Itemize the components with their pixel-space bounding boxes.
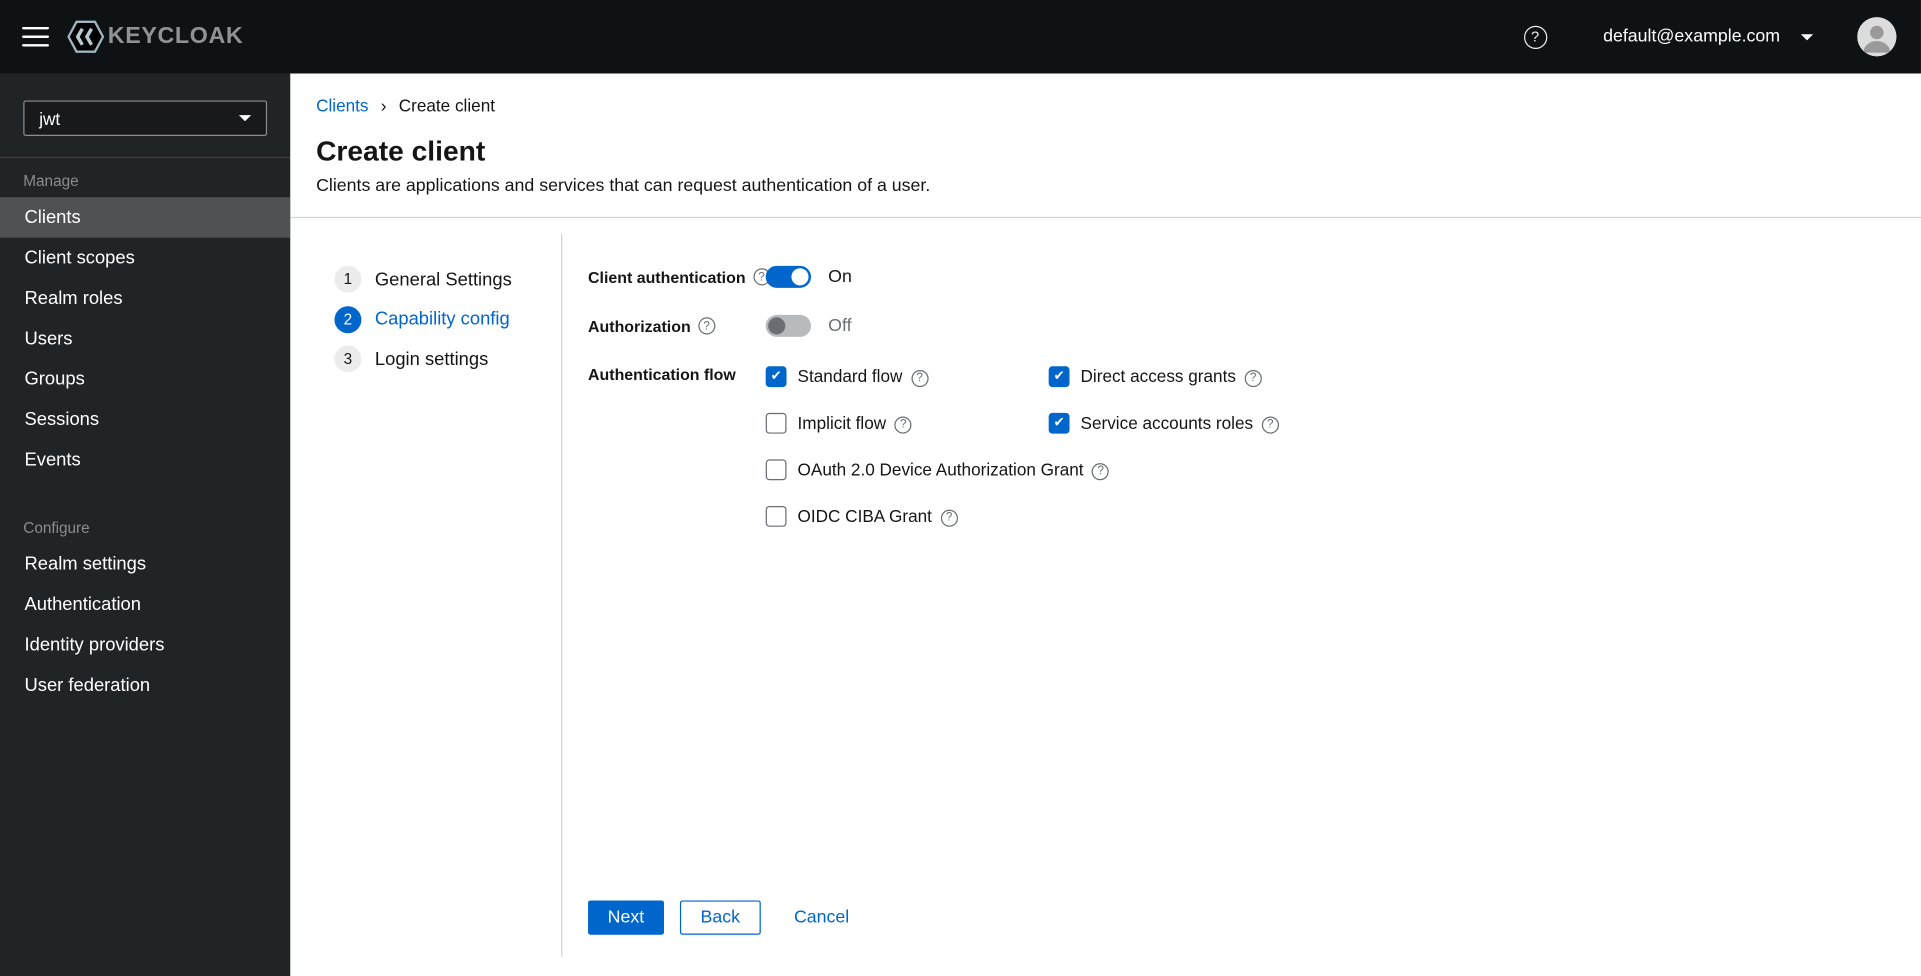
help-icon[interactable] [1261, 415, 1279, 434]
help-icon[interactable] [1092, 462, 1110, 480]
client-authentication-label: Client authentication [588, 267, 746, 287]
authorization-state: Off [828, 316, 852, 336]
authentication-flow-label: Authentication flow [588, 365, 736, 384]
authentication-flow-options: Standard flow Direct access grants Impli… [765, 365, 1279, 527]
checkbox-oidc-ciba-grant[interactable]: OIDC CIBA Grant [765, 505, 1279, 527]
help-icon[interactable] [910, 369, 929, 387]
sidebar-item-users[interactable]: Users [0, 319, 290, 359]
masthead: KEYCLOAK ? default@example.com [0, 0, 1921, 74]
sidebar-item-events[interactable]: Events [0, 440, 290, 480]
checkbox[interactable] [1048, 412, 1070, 434]
sidebar-item-realm-roles[interactable]: Realm roles [0, 278, 290, 318]
cancel-button[interactable]: Cancel [794, 900, 849, 934]
checkbox[interactable] [765, 505, 787, 527]
wizard-step-capability-config[interactable]: 2 Capability config [334, 300, 561, 340]
sidebar-item-identity-providers[interactable]: Identity providers [0, 625, 290, 665]
checkbox-implicit-flow[interactable]: Implicit flow [765, 412, 1049, 434]
page-header: Clients › Create client Create client Cl… [290, 74, 1921, 197]
authentication-flow-group: Authentication flow Standard flow Direct… [588, 365, 1892, 527]
page-title: Create client [316, 134, 486, 167]
sidebar-item-authentication[interactable]: Authentication [0, 584, 290, 624]
wizard-step-login-settings[interactable]: 3 Login settings [334, 339, 561, 379]
header-divider [290, 216, 1921, 219]
help-icon[interactable] [940, 509, 958, 527]
help-icon[interactable] [698, 317, 716, 335]
checkbox-standard-flow[interactable]: Standard flow [765, 365, 1049, 387]
brand-logo: KEYCLOAK [67, 18, 243, 55]
user-avatar-icon [1857, 17, 1897, 57]
help-icon[interactable] [894, 415, 912, 434]
caret-down-icon [1800, 33, 1814, 40]
user-menu[interactable]: default@example.com [1603, 26, 1814, 47]
sidebar-item-client-scopes[interactable]: Client scopes [0, 238, 290, 278]
user-email: default@example.com [1603, 26, 1781, 47]
capability-config-form: Client authentication On Authorization O… [562, 234, 1921, 957]
checkbox[interactable] [765, 365, 787, 387]
step-number: 3 [334, 345, 362, 373]
hamburger-icon [22, 26, 50, 30]
sidebar: jwt Manage Clients Client scopes Realm r… [0, 73, 291, 976]
back-button[interactable]: Back [679, 900, 761, 935]
wizard-step-general-settings[interactable]: 1 General Settings [334, 260, 561, 300]
breadcrumb-separator-icon: › [380, 95, 387, 116]
checkbox-direct-access-grants[interactable]: Direct access grants [1048, 365, 1279, 387]
client-authentication-state: On [828, 267, 852, 287]
nav-section-title: Manage [23, 172, 79, 190]
sidebar-item-sessions[interactable]: Sessions [0, 399, 290, 439]
avatar[interactable] [1857, 17, 1897, 57]
main-content: Clients › Create client Create client Cl… [290, 73, 1921, 976]
authorization-label: Authorization [588, 316, 691, 336]
realm-selector-value: jwt [39, 108, 61, 129]
keycloak-logo-icon [67, 20, 105, 53]
step-number: 1 [334, 266, 362, 294]
help-icon[interactable] [1244, 369, 1262, 387]
help-icon[interactable]: ? [1523, 25, 1547, 49]
sidebar-item-clients[interactable]: Clients [0, 197, 291, 238]
authorization-row: Authorization Off [588, 311, 1892, 340]
nav-section-manage: Manage Clients Client scopes Realm roles… [0, 158, 291, 480]
masthead-toolbar: ? default@example.com [1523, 17, 1921, 57]
checkbox-service-accounts-roles[interactable]: Service accounts roles [1048, 412, 1279, 434]
client-authentication-row: Client authentication On [588, 262, 1892, 291]
page-subtitle: Clients are applications and services th… [316, 176, 931, 197]
checkbox[interactable] [765, 458, 787, 480]
nav-toggle-button[interactable] [22, 21, 50, 52]
caret-down-icon [238, 115, 252, 122]
authorization-toggle[interactable] [765, 314, 812, 337]
breadcrumb: Clients › Create client [316, 96, 1891, 116]
breadcrumb-current: Create client [398, 95, 496, 116]
wizard-footer: Next Back Cancel [588, 900, 1892, 935]
checkbox-oauth-device-grant[interactable]: OAuth 2.0 Device Authorization Grant [765, 458, 1279, 480]
brand-name: KEYCLOAK [107, 23, 244, 50]
wizard-nav: 1 General Settings 2 Capability config 3… [290, 233, 563, 957]
next-button[interactable]: Next [588, 900, 664, 935]
checkbox[interactable] [1048, 365, 1070, 387]
sidebar-item-groups[interactable]: Groups [0, 359, 290, 399]
nav-section-configure: Configure Realm settings Authentication … [0, 505, 290, 706]
sidebar-item-user-federation[interactable]: User federation [0, 665, 290, 705]
checkbox[interactable] [765, 412, 787, 434]
step-number: 2 [334, 305, 362, 333]
realm-selector[interactable]: jwt [23, 100, 268, 136]
sidebar-item-realm-settings[interactable]: Realm settings [0, 544, 290, 584]
breadcrumb-clients-link[interactable]: Clients [316, 96, 368, 116]
app-window: KEYCLOAK ? default@example.com jwt Manag… [0, 0, 1921, 976]
client-authentication-toggle[interactable] [765, 265, 812, 288]
wizard: 1 General Settings 2 Capability config 3… [290, 233, 1921, 957]
nav-section-title: Configure [23, 519, 90, 537]
